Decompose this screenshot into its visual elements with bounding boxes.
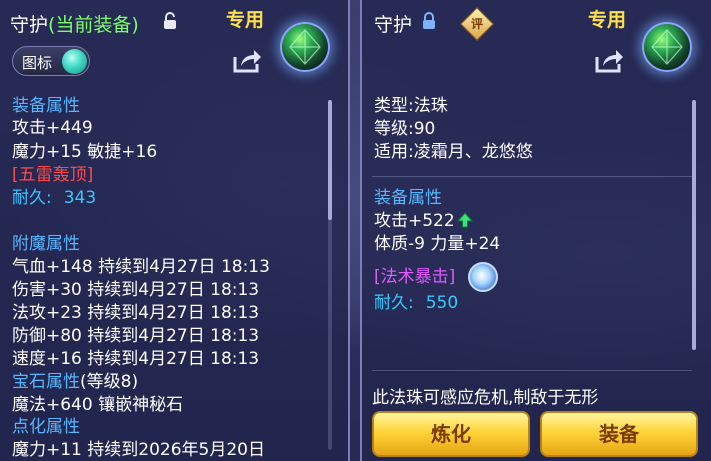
magic-agility-stat: 魔力+15 敏捷+16 <box>12 142 158 162</box>
attack-stat: 攻击+449 <box>12 118 93 138</box>
share-icon[interactable] <box>232 48 262 74</box>
enchant-line: 气血+148 持续到4月27日 18:13 <box>12 257 270 277</box>
lock-icon[interactable] <box>422 12 436 30</box>
gem-level: (等级8) <box>80 372 139 392</box>
share-icon[interactable] <box>594 48 624 74</box>
enchant-line: 伤害+30 持续到4月27日 18:13 <box>12 280 260 300</box>
special-skill: [法术暴击] <box>374 267 456 287</box>
enchant-line: 速度+16 持续到4月27日 18:13 <box>12 349 260 369</box>
special-skill: [五雷轰顶] <box>12 165 94 185</box>
point-header: 点化属性 <box>12 417 80 437</box>
con-str-stat: 体质-9 力量+24 <box>374 234 501 254</box>
item-name: 守护 <box>374 14 413 36</box>
durability-label: 耐久: <box>12 188 52 208</box>
refine-button[interactable]: 炼化 <box>372 411 530 457</box>
item-type: 类型:法珠 <box>374 96 448 116</box>
scrollbar[interactable] <box>692 100 696 350</box>
item-applicable: 适用:凌霜月、龙悠悠 <box>374 142 533 162</box>
attr-header: 装备属性 <box>12 96 80 116</box>
item-name: 守护 <box>10 14 49 36</box>
toggle-label: 图标 <box>22 54 53 72</box>
gem-line: 魔法+640 镶嵌神秘石 <box>12 395 184 415</box>
gem-orb-icon <box>280 22 330 72</box>
exclusive-label: 专用 <box>588 9 627 31</box>
item-description: 此法珠可感应危机,制敌于无形 <box>372 388 599 408</box>
rating-badge-label: 评 <box>470 17 483 31</box>
attr-header: 装备属性 <box>374 188 442 208</box>
exclusive-label: 专用 <box>226 9 265 31</box>
unlock-icon[interactable] <box>163 12 177 30</box>
item-level: 等级:90 <box>374 119 436 139</box>
attack-stat: 攻击+522 <box>374 210 473 232</box>
rating-badge-icon[interactable]: 评 <box>460 7 494 41</box>
point-line: 魔力+11 持续到2026年5月20日 <box>12 440 265 460</box>
toggle-knob <box>62 49 87 74</box>
durability-value: 343 <box>63 188 97 208</box>
scrollbar-thumb[interactable] <box>692 100 696 350</box>
gem-orb-icon <box>642 22 692 72</box>
durability-label: 耐久: <box>374 293 414 313</box>
gem-header-label: 宝石属性 <box>12 372 80 392</box>
current-equipment-panel: 守护(当前装备) 专用 图标 装备属性 攻击+449 魔力+15 敏捷+16 [… <box>0 0 350 461</box>
durability: 耐久: 343 <box>12 187 96 209</box>
scrollbar-thumb[interactable] <box>328 100 332 220</box>
panel-title: 守护(当前装备) <box>10 10 139 37</box>
attack-value: 攻击+522 <box>374 211 455 231</box>
durability-value: 550 <box>425 293 459 313</box>
scrollbar[interactable] <box>328 100 332 450</box>
enchant-header: 附魔属性 <box>12 234 80 254</box>
skill-swirl-icon[interactable] <box>468 262 498 292</box>
equip-button[interactable]: 装备 <box>540 411 698 457</box>
current-equipped-label: (当前装备) <box>48 14 139 36</box>
gem-header: 宝石属性(等级8) <box>12 371 138 393</box>
enchant-line: 法攻+23 持续到4月27日 18:13 <box>12 303 260 323</box>
divider <box>372 176 692 177</box>
durability: 耐久: 550 <box>374 292 458 314</box>
divider <box>372 370 692 371</box>
arrow-up-icon <box>456 212 473 228</box>
icon-toggle[interactable]: 图标 <box>12 46 90 76</box>
enchant-line: 防御+80 持续到4月27日 18:13 <box>12 326 260 346</box>
